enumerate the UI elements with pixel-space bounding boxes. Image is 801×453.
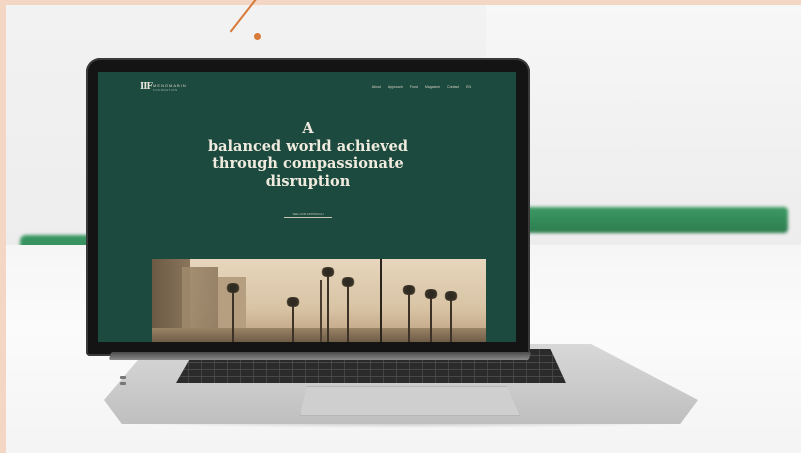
nav-link-fund[interactable]: Fund [410, 85, 418, 89]
palm-trunk [347, 282, 349, 342]
laptop-port [120, 382, 126, 385]
background-chair [518, 207, 788, 233]
hero-line: A [302, 120, 314, 137]
photo-ground [152, 328, 486, 342]
palm-trunk [408, 290, 410, 342]
nav-link-approach[interactable]: Approach [388, 85, 403, 89]
site-nav: About Approach Fund Magazine Contact EN [372, 85, 471, 89]
palm-trunk [327, 272, 329, 342]
hero-photo [152, 259, 486, 342]
hero-headline: A balanced world achieved through compas… [178, 120, 438, 190]
palm-trunk [292, 302, 294, 342]
palm-trunk [232, 287, 234, 342]
background-wall [486, 5, 801, 205]
laptop-port [120, 376, 126, 379]
palm-trunk [450, 296, 452, 342]
annotation-pointer-dot [254, 33, 261, 40]
palm-crown [225, 283, 241, 293]
site-header: IIF MENOMABIN FOUNDATION About Approach … [98, 72, 516, 102]
laptop-hinge [108, 352, 532, 360]
hero-line: balanced world achieved [208, 137, 408, 155]
palm-crown [340, 277, 356, 287]
palm-trunk [430, 294, 432, 342]
nav-link-magazine[interactable]: Magazine [425, 85, 440, 89]
nav-link-about[interactable]: About [372, 85, 381, 89]
palm-crown [443, 291, 459, 301]
site-logo-sub: FOUNDATION [153, 88, 178, 92]
nav-link-language[interactable]: EN [466, 85, 471, 89]
laptop-trackpad [300, 386, 520, 416]
palm-crown [320, 267, 336, 277]
hero-line: disruption [265, 172, 351, 190]
hero-line: through compassionate [212, 155, 404, 172]
palm-crown [423, 289, 439, 299]
palm-crown [285, 297, 301, 307]
hero-cta-link[interactable]: SEE OUR APPROACH [284, 212, 332, 218]
photo-divider [380, 259, 382, 342]
street-pole [320, 280, 322, 342]
nav-link-contact[interactable]: Contact [447, 85, 459, 89]
palm-crown [401, 285, 417, 295]
site-logo[interactable]: IIF [140, 82, 153, 92]
laptop-screen: IIF MENOMABIN FOUNDATION About Approach … [98, 72, 516, 342]
